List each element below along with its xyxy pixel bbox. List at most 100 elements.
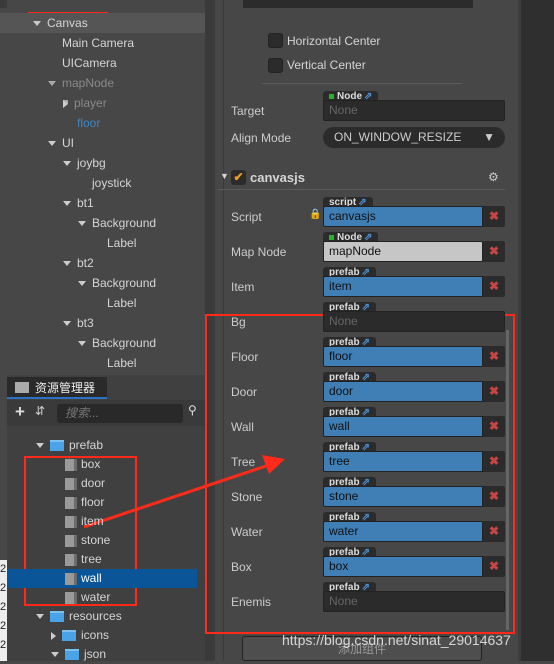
hierarchy-item[interactable]: Background <box>78 333 156 353</box>
asset-item[interactable]: resources <box>7 607 197 626</box>
prop-field[interactable]: canvasjs <box>323 206 483 227</box>
hierarchy-item-label: Label <box>107 296 137 310</box>
asset-item-label: tree <box>81 552 102 566</box>
collapse-arrow-icon[interactable] <box>63 321 71 327</box>
asset-item[interactable]: tree <box>7 550 197 569</box>
collapse-arrow-icon[interactable] <box>78 341 86 347</box>
clear-icon[interactable]: ✖ <box>483 521 505 542</box>
hierarchy-item-label: joybg <box>77 156 106 170</box>
hierarchy-item[interactable]: joybg <box>63 153 106 173</box>
clear-icon[interactable]: ✖ <box>483 556 505 577</box>
expand-arrow-icon[interactable] <box>63 99 68 108</box>
hierarchy-item-label: floor <box>77 116 101 130</box>
prefab-icon <box>65 572 77 585</box>
folder-icon <box>62 630 76 642</box>
clear-icon[interactable]: ✖ <box>483 276 505 297</box>
hierarchy-item[interactable]: player <box>63 93 107 113</box>
collapse-arrow-icon[interactable] <box>63 261 71 267</box>
asset-item-label: floor <box>81 495 105 509</box>
prefab-icon <box>65 477 77 490</box>
prop-field[interactable]: mapNode <box>323 241 483 262</box>
asset-item[interactable]: water <box>7 588 197 607</box>
hierarchy-item[interactable]: UICamera <box>62 53 117 73</box>
asset-item-label: wall <box>81 571 102 585</box>
prop-field[interactable]: stone <box>323 486 483 507</box>
prop-label: Tree <box>231 455 256 469</box>
asset-item-label: item <box>81 514 104 528</box>
asset-item[interactable]: prefab <box>7 436 197 455</box>
hierarchy-item[interactable]: bt3 <box>63 313 94 333</box>
prop-field[interactable]: None <box>323 591 505 612</box>
hierarchy-item[interactable]: Background <box>78 213 156 233</box>
collapse-arrow-icon[interactable] <box>36 614 44 620</box>
asset-item-label: stone <box>81 533 111 547</box>
collapse-arrow-icon[interactable] <box>48 81 56 87</box>
collapse-arrow-icon[interactable] <box>48 141 56 147</box>
asset-item[interactable]: box <box>7 455 197 474</box>
hierarchy-item-label: bt2 <box>77 256 94 270</box>
expand-arrow-icon[interactable] <box>51 631 56 640</box>
prop-field[interactable]: item <box>323 276 483 297</box>
asset-item-label: json <box>84 647 107 661</box>
watermark: https://blog.csdn.net/sinat_29014637 <box>282 632 511 648</box>
clear-icon[interactable]: ✖ <box>483 416 505 437</box>
collapse-arrow-icon[interactable] <box>63 201 71 207</box>
hierarchy-item-label: Background <box>92 216 157 230</box>
collapse-arrow-icon[interactable] <box>78 221 86 227</box>
hierarchy-item[interactable]: Main Camera <box>62 33 134 53</box>
hierarchy-item[interactable]: mapNode <box>48 73 114 93</box>
hierarchy-item-label: UI <box>62 136 74 150</box>
hierarchy-item[interactable]: Canvas <box>0 13 205 33</box>
asset-item[interactable]: item <box>7 512 197 531</box>
clear-icon[interactable]: ✖ <box>483 346 505 367</box>
hierarchy-item[interactable]: Label <box>107 353 136 373</box>
collapse-arrow-icon[interactable] <box>78 281 86 287</box>
clear-icon[interactable]: ✖ <box>483 486 505 507</box>
prop-label: Stone <box>231 490 263 504</box>
prop-field[interactable]: floor <box>323 346 483 367</box>
collapse-arrow-icon[interactable] <box>33 21 41 27</box>
asset-item-label: prefab <box>69 438 104 452</box>
prop-label: Bg <box>231 315 246 329</box>
asset-item[interactable]: floor <box>7 493 197 512</box>
asset-item[interactable]: icons <box>7 626 197 645</box>
lock-icon: 🔒 <box>309 209 322 220</box>
hierarchy-item[interactable]: joystick <box>92 173 131 193</box>
prop-field[interactable]: None <box>323 311 505 332</box>
collapse-arrow-icon[interactable] <box>63 161 71 167</box>
collapse-arrow-icon[interactable] <box>36 443 44 449</box>
hierarchy-item-label: Main Camera <box>62 36 135 50</box>
prop-field[interactable]: tree <box>323 451 483 472</box>
prop-field[interactable]: door <box>323 381 483 402</box>
prefab-icon <box>65 458 77 471</box>
clear-icon[interactable]: ✖ <box>483 381 505 402</box>
prop-field[interactable]: box <box>323 556 483 577</box>
asset-item[interactable]: json <box>7 645 197 664</box>
prefab-icon <box>65 553 77 566</box>
hierarchy-item[interactable]: bt2 <box>63 253 94 273</box>
hierarchy-item-label: Label <box>107 236 137 250</box>
clear-icon[interactable]: ✖ <box>483 241 505 262</box>
asset-item-label: door <box>81 476 106 490</box>
clear-icon[interactable]: ✖ <box>483 451 505 472</box>
prop-field[interactable]: wall <box>323 416 483 437</box>
asset-item[interactable]: wall <box>7 569 197 588</box>
prefab-icon <box>65 591 77 604</box>
collapse-arrow-icon[interactable] <box>51 652 59 658</box>
clear-icon[interactable]: ✖ <box>483 206 505 227</box>
prop-field[interactable]: water <box>323 521 483 542</box>
hierarchy-item[interactable]: UI <box>48 133 74 153</box>
hierarchy-item[interactable]: Label <box>107 233 136 253</box>
asset-item[interactable]: door <box>7 474 197 493</box>
asset-item[interactable]: stone <box>7 531 197 550</box>
hierarchy-item[interactable]: Background <box>78 273 156 293</box>
hierarchy-item[interactable]: floor <box>77 113 100 133</box>
prop-label: Door <box>231 385 258 399</box>
folder-icon <box>50 440 64 452</box>
asset-item-label: box <box>81 457 101 471</box>
asset-item-label: water <box>81 590 111 604</box>
hierarchy-item[interactable]: bt1 <box>63 193 94 213</box>
folder-icon <box>50 611 64 623</box>
hierarchy-item[interactable]: Label <box>107 293 136 313</box>
prefab-icon <box>65 534 77 547</box>
